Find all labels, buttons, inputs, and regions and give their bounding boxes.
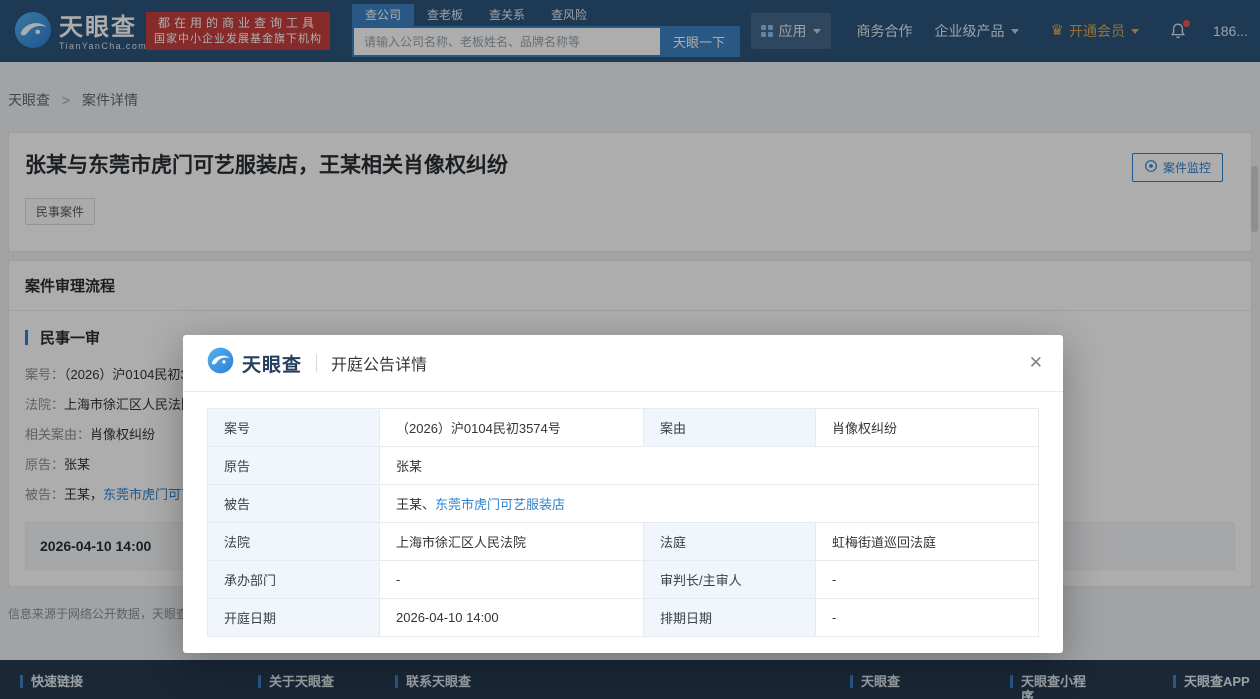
table-row: 开庭日期 2026-04-10 14:00 排期日期 - (207, 598, 1039, 637)
cell-hearing-date-value: 2026-04-10 14:00 (379, 598, 644, 637)
modal-logo-title: 天眼查 (242, 354, 303, 376)
cell-plaintiff-value: 张某 (379, 446, 1039, 485)
cell-cause-value: 肖像权纠纷 (815, 408, 1039, 447)
table-row: 案号 （2026）沪0104民初3574号 案由 肖像权纠纷 (207, 408, 1039, 447)
hearing-detail-table: 案号 （2026）沪0104民初3574号 案由 肖像权纠纷 原告 张某 被告 … (207, 408, 1039, 637)
table-row: 被告 王某、东莞市虎门可艺服装店 (207, 484, 1039, 523)
cell-case-no-value: （2026）沪0104民初3574号 (379, 408, 644, 447)
cell-hearing-date-label: 开庭日期 (207, 598, 380, 637)
cell-department-label: 承办部门 (207, 560, 380, 599)
table-row: 法院 上海市徐汇区人民法院 法庭 虹梅街道巡回法庭 (207, 522, 1039, 561)
cell-cause-label: 案由 (643, 408, 816, 447)
modal-header-divider (316, 354, 318, 372)
cell-schedule-date-value: - (815, 598, 1039, 637)
cell-defendant-value: 王某、东莞市虎门可艺服装店 (379, 484, 1039, 523)
cell-plaintiff-label: 原告 (207, 446, 380, 485)
close-icon[interactable]: ✕ (1029, 353, 1043, 373)
cell-court-label: 法院 (207, 522, 380, 561)
cell-department-value: - (379, 560, 644, 599)
cell-judge-label: 审判长/主审人 (643, 560, 816, 599)
cell-judge-value: - (815, 560, 1039, 599)
defendant-company-link[interactable]: 东莞市虎门可艺服装店 (435, 497, 565, 512)
modal-title: 开庭公告详情 (331, 357, 428, 374)
modal-body: 案号 （2026）沪0104民初3574号 案由 肖像权纠纷 原告 张某 被告 … (183, 392, 1063, 653)
table-row: 原告 张某 (207, 446, 1039, 485)
whale-logo-icon (207, 347, 234, 379)
table-row: 承办部门 - 审判长/主审人 - (207, 560, 1039, 599)
defendant-person: 王某、 (396, 497, 436, 512)
cell-case-no-label: 案号 (207, 408, 380, 447)
cell-tribunal-value: 虹梅街道巡回法庭 (815, 522, 1039, 561)
cell-tribunal-label: 法庭 (643, 522, 816, 561)
cell-schedule-date-label: 排期日期 (643, 598, 816, 637)
hearing-detail-modal: 天眼查 开庭公告详情 ✕ 案号 （2026）沪0104民初3574号 案由 肖像… (183, 335, 1063, 653)
modal-header: 天眼查 开庭公告详情 ✕ (183, 335, 1063, 392)
cell-court-value: 上海市徐汇区人民法院 (379, 522, 644, 561)
cell-defendant-label: 被告 (207, 484, 380, 523)
